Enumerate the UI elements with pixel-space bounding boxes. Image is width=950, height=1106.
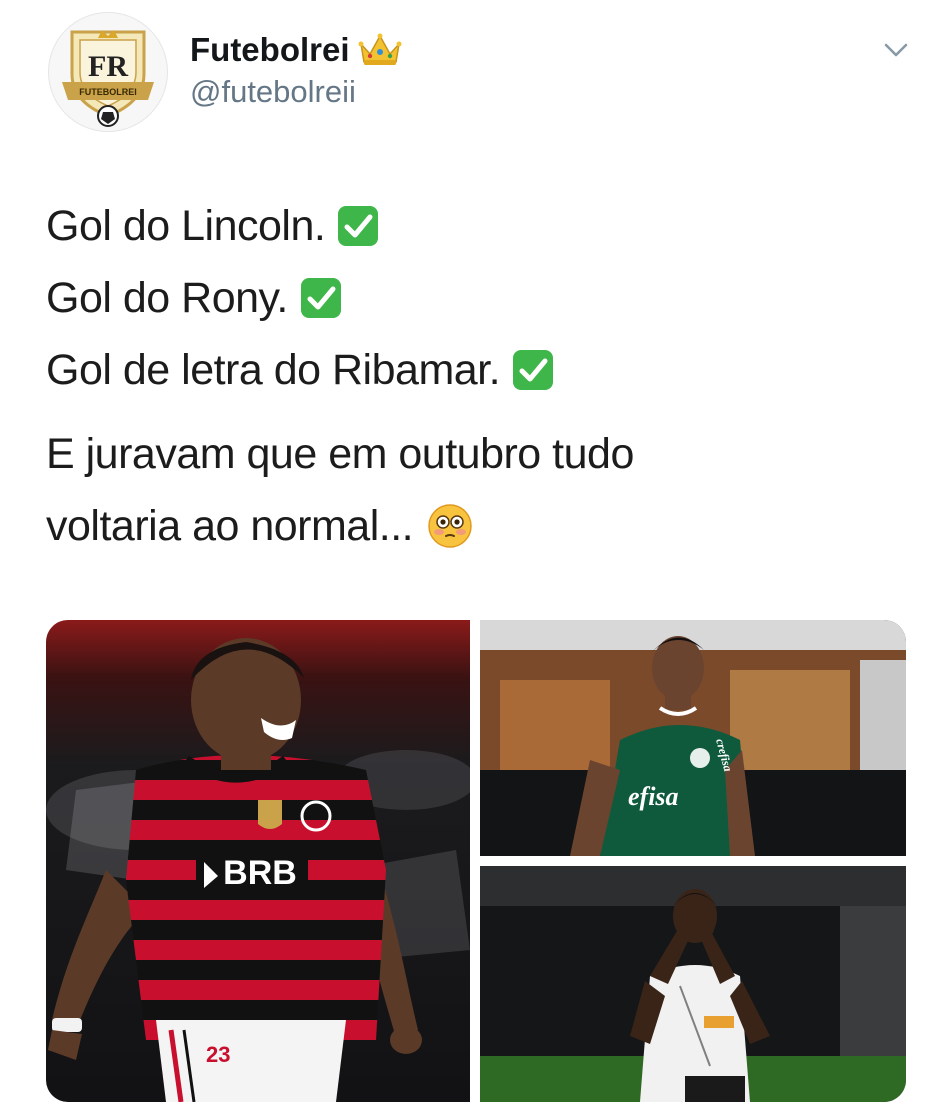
crown-icon bbox=[358, 32, 402, 68]
tweet-line: Gol do Lincoln. bbox=[46, 190, 906, 262]
check-mark-button-icon bbox=[512, 349, 554, 391]
check-mark-button-icon bbox=[337, 205, 379, 247]
sponsor-crefisa-text: efisa bbox=[628, 782, 679, 811]
tweet-line: E juravam que em outubro tudo bbox=[46, 418, 906, 490]
avatar-banner-text: FUTEBOLREI bbox=[79, 87, 137, 97]
author-handle[interactable]: @futebolreii bbox=[190, 72, 402, 112]
svg-text:FR: FR bbox=[88, 50, 128, 83]
media-grid: BRB 23 efisa crefisa bbox=[46, 620, 906, 1102]
chevron-down-icon[interactable] bbox=[878, 32, 914, 68]
shirt-number-text: 23 bbox=[206, 1042, 230, 1067]
tweet-line-text: Gol do Lincoln. bbox=[46, 202, 326, 250]
tweet-line-text: E juravam que em outubro tudo bbox=[46, 430, 634, 478]
author-name-row: Futebolrei bbox=[190, 30, 402, 70]
tweet-line: Gol do Rony. bbox=[46, 262, 906, 334]
tweet-header: FR FUTEBOLREI Futebolrei @futebolreii bbox=[48, 12, 918, 132]
avatar[interactable]: FR FUTEBOLREI bbox=[48, 12, 168, 132]
tweet-line-text: Gol do Rony. bbox=[46, 274, 288, 322]
author-info[interactable]: Futebolrei @futebolreii bbox=[190, 30, 402, 112]
tweet-line-text: voltaria ao normal... bbox=[46, 502, 414, 550]
flushed-face-icon bbox=[427, 503, 473, 549]
sponsor-brb-text: BRB bbox=[223, 854, 297, 892]
futebolrei-logo: FR FUTEBOLREI bbox=[50, 14, 166, 130]
author-display-name[interactable]: Futebolrei bbox=[190, 30, 350, 70]
photo-rony[interactable]: efisa crefisa bbox=[480, 620, 906, 856]
tweet-line: Gol de letra do Ribamar. bbox=[46, 334, 906, 406]
photo-lincoln[interactable]: BRB 23 bbox=[46, 620, 470, 1102]
tweet-line-text: Gol de letra do Ribamar. bbox=[46, 346, 501, 394]
photo-ribamar[interactable] bbox=[480, 866, 906, 1102]
tweet-body: Gol do Lincoln. Gol do Rony. Gol de letr… bbox=[46, 190, 906, 562]
tweet-line: voltaria ao normal... bbox=[46, 490, 906, 562]
check-mark-button-icon bbox=[300, 277, 342, 319]
